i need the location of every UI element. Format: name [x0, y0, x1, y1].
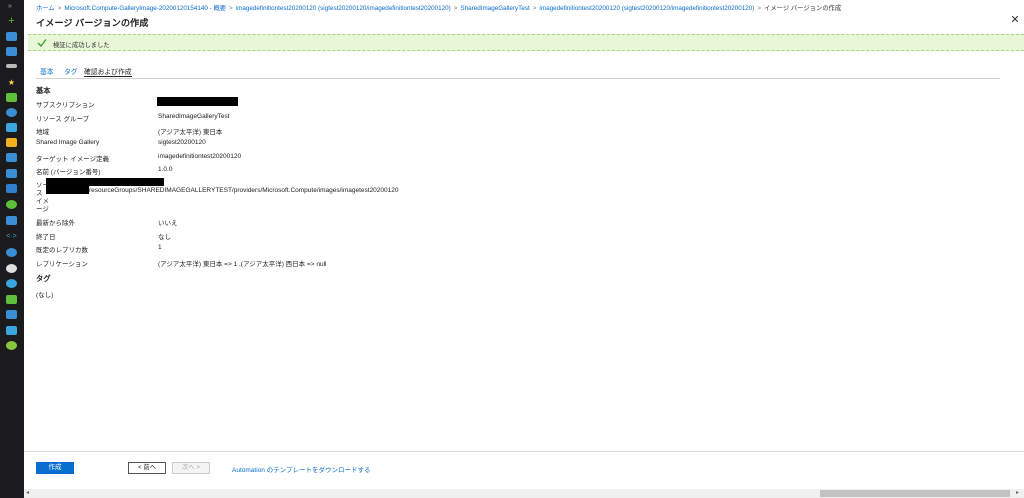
tab-review-create[interactable]: 確認および作成 — [84, 66, 132, 77]
breadcrumb-image-definition[interactable]: imagedefinitiontest20200120 (sigtest2020… — [236, 5, 451, 12]
tab-basics[interactable]: 基本 — [40, 66, 54, 77]
end-date-value: なし — [158, 234, 171, 241]
all-resources-icon[interactable] — [6, 93, 17, 102]
footer-divider — [24, 451, 1024, 452]
default-replica-count-label: 既定のレプリカ数 — [36, 247, 88, 254]
resource-groups-icon[interactable] — [6, 108, 17, 117]
banner-message: 検証に成功しました — [53, 42, 110, 49]
app-services-icon[interactable] — [6, 123, 17, 132]
subscription-redacted — [157, 97, 238, 106]
cost-management-icon[interactable] — [6, 310, 17, 319]
end-date-label: 終了日 — [36, 234, 56, 241]
source-image-value: resourceGroups/SHAREDIMAGEGALLERYTEST/pr… — [89, 187, 399, 194]
breadcrumb-gallery-image-overview[interactable]: Microsoft.Compute-GalleryImage-202001201… — [64, 5, 226, 12]
gallery-value: sigtest20200120 — [158, 139, 206, 146]
tab-divider — [36, 78, 1000, 79]
advisor-icon[interactable] — [6, 279, 17, 288]
expand-menu-icon[interactable]: » — [8, 3, 16, 10]
resource-group-value: SharedImageGalleryTest — [158, 113, 230, 120]
load-balancer-icon[interactable] — [6, 200, 17, 209]
version-name-label: 名前 (バージョン番号) — [36, 169, 101, 176]
breadcrumb-image-definition-2[interactable]: imagedefinitiontest20200120 (sigtest2020… — [539, 5, 754, 12]
function-app-icon[interactable] — [6, 138, 17, 147]
version-name-value: 1.0.0 — [158, 166, 173, 173]
horizontal-scrollbar[interactable]: ◂ ▸ — [24, 489, 1024, 498]
breadcrumb: ホーム > Microsoft.Compute-GalleryImage-20200… — [36, 5, 842, 12]
region-value: (アジア太平洋) 東日本 — [158, 129, 223, 136]
checkmark-icon — [37, 39, 47, 47]
replication-value: (アジア太平洋) 東日本 => 1 ,(アジア太平洋) 西日本 => null — [158, 261, 327, 268]
tags-value: (なし) — [36, 292, 54, 299]
all-services-icon[interactable] — [6, 64, 17, 68]
cosmos-db-icon[interactable] — [6, 169, 17, 178]
gallery-label: Shared Image Gallery — [36, 139, 100, 146]
virtual-machines-icon[interactable] — [6, 184, 17, 193]
active-directory-icon[interactable] — [6, 248, 17, 257]
create-resource-icon[interactable]: + — [6, 16, 17, 27]
storage-accounts-icon[interactable] — [6, 216, 17, 225]
source-image-redacted-left — [46, 186, 89, 194]
scroll-left-icon[interactable]: ◂ — [26, 489, 32, 498]
exclude-from-latest-value: いいえ — [158, 220, 178, 227]
security-center-icon[interactable] — [6, 295, 17, 304]
replication-label: レプリケーション — [36, 261, 88, 268]
tab-tags[interactable]: タグ — [64, 66, 78, 77]
close-icon[interactable]: ✕ — [1010, 14, 1020, 26]
basics-heading: 基本 — [36, 86, 51, 95]
help-support-icon[interactable] — [6, 326, 17, 335]
virtual-network-icon[interactable]: <·> — [6, 232, 17, 241]
validation-success-banner: 検証に成功しました — [28, 34, 1024, 51]
download-template-link[interactable]: Automation のテンプレートをダウンロードする — [232, 464, 371, 474]
sql-database-icon[interactable] — [6, 153, 17, 162]
default-replica-count-value: 1 — [158, 244, 162, 251]
region-label: 地域 — [36, 129, 49, 136]
home-icon[interactable] — [6, 32, 17, 41]
subscription-label: サブスクリプション — [36, 102, 95, 109]
source-image-redacted-top — [46, 178, 164, 186]
breadcrumb-resource-group[interactable]: SharedImageGalleryTest — [460, 5, 529, 12]
scroll-right-icon[interactable]: ▸ — [1016, 489, 1022, 498]
scrollbar-thumb[interactable] — [820, 490, 1010, 497]
breadcrumb-home[interactable]: ホーム — [36, 5, 55, 12]
target-image-definition-value: imagedefinitiontest20200120 — [158, 153, 242, 160]
page-title: イメージ バージョンの作成 — [36, 18, 149, 28]
create-button[interactable]: 作成 — [36, 462, 74, 474]
monitor-icon[interactable] — [6, 264, 17, 273]
breadcrumb-current: イメージ バージョンの作成 — [764, 5, 842, 12]
tags-heading: タグ — [36, 274, 51, 283]
exclude-from-latest-label: 最新から除外 — [36, 220, 75, 227]
target-image-definition-label: ターゲット イメージ定義 — [36, 156, 110, 163]
source-image-label-line4: ージ — [36, 206, 49, 213]
dashboard-icon[interactable] — [6, 47, 17, 56]
previous-button[interactable]: < 前へ — [128, 462, 166, 474]
next-button[interactable]: 次へ > — [172, 462, 210, 474]
resource-group-label: リソース グループ — [36, 116, 90, 123]
favorites-star-icon: ★ — [7, 78, 16, 87]
misc-service-icon[interactable] — [6, 341, 17, 350]
left-nav-rail: » + ★ <·> — [0, 0, 24, 498]
